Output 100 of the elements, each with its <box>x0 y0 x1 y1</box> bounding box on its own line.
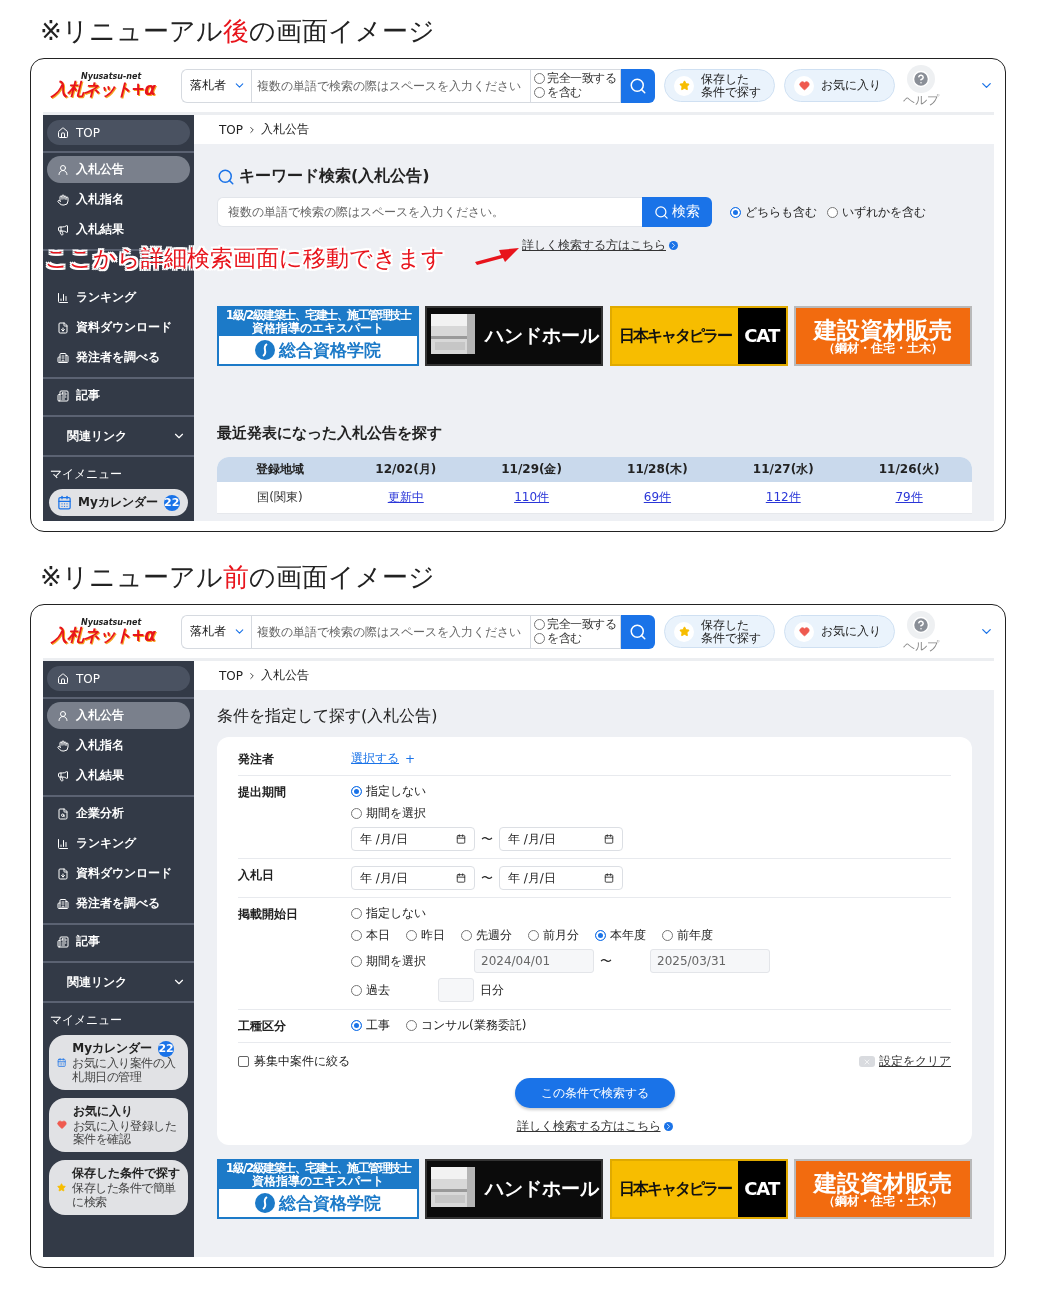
date-field[interactable]: 年 /月/日 <box>499 866 623 890</box>
my-menu-card[interactable]: 保存した条件で探す 保存した条件で簡単に検索 <box>49 1160 188 1215</box>
radio-option[interactable]: どちらも含む <box>730 203 817 221</box>
sidebar-item[interactable]: ランキング <box>47 284 190 311</box>
my-menu-card[interactable]: お気に入り お気に入り登録した案件を確認 <box>49 1097 188 1153</box>
category-select[interactable]: 落札者 <box>181 68 251 103</box>
related-links-toggle[interactable]: 関連リンク <box>43 963 194 1001</box>
clear-link[interactable]: 設定をクリア <box>859 1053 951 1070</box>
radio-option[interactable]: 本年度 <box>595 927 646 944</box>
ad-banner[interactable]: 1級/2級建築士、宅建士、施工管理技士 資格指導のエキスパート 総合資格学院 <box>217 1159 419 1219</box>
sidebar-item[interactable]: 入札公告 <box>47 702 190 729</box>
date-field[interactable]: 2025/03/31 <box>650 949 770 973</box>
radio-option[interactable]: 先週分 <box>461 927 512 944</box>
radio-button[interactable] <box>406 1020 417 1031</box>
saved-search-button[interactable]: 保存した 条件で探す <box>664 615 775 648</box>
radio-button[interactable] <box>595 930 606 941</box>
breadcrumb-item[interactable]: 入札公告 <box>261 667 309 684</box>
select-link[interactable]: 選択する <box>351 750 399 767</box>
search-button[interactable] <box>621 68 655 103</box>
radio-option[interactable]: 工事 <box>351 1017 390 1034</box>
radio-button[interactable] <box>827 206 838 218</box>
radio-option[interactable]: 指定しない <box>351 905 426 922</box>
breadcrumb-item[interactable]: TOP <box>219 668 243 683</box>
count-link[interactable]: 110件 <box>468 489 595 506</box>
sidebar-item[interactable]: 入札指名 <box>47 732 190 759</box>
category-select[interactable]: 落札者 <box>181 614 251 649</box>
my-menu-card[interactable]: Myカレンダー 22 お気に入り案件の入札期日の管理 <box>49 1035 188 1090</box>
detail-search-link[interactable]: 詳しく検索する方はこちら <box>522 237 678 254</box>
sidebar-item[interactable]: 記事 <box>47 928 190 955</box>
detail-search-link[interactable]: 詳しく検索する方はこちら <box>516 1118 673 1135</box>
radio-option[interactable]: いずれかを含む <box>827 203 926 221</box>
related-links-toggle[interactable]: 関連リンク <box>43 417 194 455</box>
date-field[interactable]: 2024/04/01 <box>474 949 594 973</box>
radio-option[interactable]: 指定しない <box>351 783 426 800</box>
sidebar-item[interactable]: ランキング <box>47 830 190 857</box>
site-logo[interactable]: 入札ネット+α <box>51 627 181 644</box>
filter-checkbox[interactable]: 募集中案件に絞る <box>238 1053 350 1070</box>
favorites-button[interactable]: お気に入り <box>784 69 895 102</box>
saved-search-button[interactable]: 保存した 条件で探す <box>664 69 775 102</box>
radio-option[interactable]: 完全一致する <box>534 617 620 631</box>
ad-banner[interactable]: 日本キャタピラー CAT <box>609 1159 788 1219</box>
sidebar-item[interactable]: 入札公告 <box>47 156 190 183</box>
ad-banner[interactable]: 1級/2級建築士、宅建士、施工管理技士 資格指導のエキスパート 総合資格学院 <box>217 306 419 366</box>
radio-button[interactable] <box>534 633 545 645</box>
radio-button[interactable] <box>351 984 362 996</box>
radio-button[interactable] <box>534 618 545 630</box>
date-field[interactable]: 年 /月/日 <box>499 827 623 851</box>
favorites-button[interactable]: お気に入り <box>784 615 895 648</box>
sidebar-item[interactable]: 入札結果 <box>47 762 190 789</box>
radio-button[interactable] <box>351 955 362 967</box>
radio-option[interactable]: 過去 <box>351 981 390 999</box>
date-field[interactable]: 年 /月/日 <box>351 866 475 890</box>
help-button[interactable]: ヘルプ <box>901 63 941 108</box>
top-nav-item[interactable]: TOP <box>47 120 190 145</box>
radio-option[interactable]: 本日 <box>351 927 390 944</box>
sidebar-item[interactable]: 資料ダウンロード <box>47 860 190 887</box>
sidebar-item[interactable]: 発注者を調べる <box>47 344 190 371</box>
submit-button[interactable]: この条件で検索する <box>514 1078 675 1108</box>
search-field[interactable]: 複数の単語で検索の際はスペースを入力ください <box>251 68 531 103</box>
radio-option[interactable]: 期間を選択 <box>351 952 426 970</box>
sidebar-item[interactable]: 発注者を調べる <box>47 890 190 917</box>
radio-option[interactable]: 前年度 <box>662 927 713 944</box>
sidebar-item[interactable]: 企業分析 <box>47 800 190 827</box>
radio-option[interactable]: 期間を選択 <box>351 805 426 822</box>
radio-option[interactable]: 前月分 <box>528 927 579 944</box>
radio-button[interactable] <box>534 72 545 84</box>
site-logo[interactable]: 入札ネット+α <box>51 81 181 98</box>
radio-option[interactable]: を含む <box>534 86 620 100</box>
keyword-field[interactable]: 複数の単語で検索の際はスペースを入力ください。 <box>217 197 642 227</box>
plus-sign[interactable]: + <box>405 751 416 766</box>
my-menu-card[interactable]: Myカレンダー 22 <box>49 489 188 516</box>
radio-option[interactable]: 完全一致する <box>534 71 620 85</box>
breadcrumb-item[interactable]: 入札公告 <box>261 121 309 138</box>
radio-button[interactable] <box>534 87 545 99</box>
radio-button[interactable] <box>730 206 741 218</box>
radio-button[interactable] <box>662 930 673 941</box>
search-button[interactable]: 検索 <box>642 197 712 227</box>
ad-banner[interactable]: 日本キャタピラー CAT <box>609 306 788 366</box>
radio-button[interactable] <box>406 930 417 941</box>
count-link[interactable]: 69件 <box>594 489 721 506</box>
radio-button[interactable] <box>351 1020 362 1031</box>
radio-button[interactable] <box>461 930 472 941</box>
radio-button[interactable] <box>351 908 362 919</box>
sidebar-item[interactable]: 記事 <box>47 382 190 409</box>
help-button[interactable]: ヘルプ <box>901 609 941 654</box>
sidebar-item[interactable]: 入札指名 <box>47 186 190 213</box>
ad-banner[interactable]: ハンドホール <box>425 1159 604 1219</box>
number-field[interactable] <box>438 978 474 1002</box>
radio-button[interactable] <box>351 930 362 941</box>
radio-option[interactable]: 昨日 <box>406 927 445 944</box>
radio-option[interactable]: コンサル(業務委託) <box>406 1017 527 1034</box>
count-link[interactable]: 更新中 <box>342 489 469 506</box>
radio-button[interactable] <box>351 786 362 797</box>
search-button[interactable] <box>621 614 655 649</box>
sidebar-item[interactable]: 入札結果 <box>47 216 190 243</box>
top-nav-item[interactable]: TOP <box>47 666 190 691</box>
search-field[interactable]: 複数の単語で検索の際はスペースを入力ください <box>251 614 531 649</box>
ad-banner[interactable]: ハンドホール <box>425 306 604 366</box>
radio-button[interactable] <box>351 808 362 819</box>
count-link[interactable]: 112件 <box>720 489 847 506</box>
